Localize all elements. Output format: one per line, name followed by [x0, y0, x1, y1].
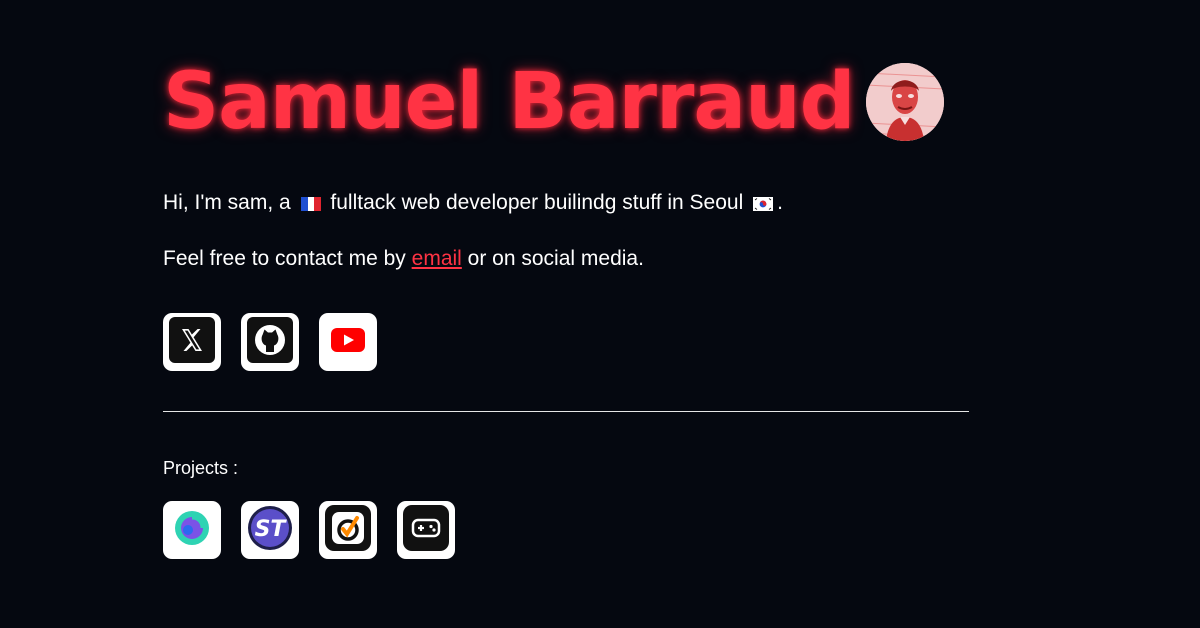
- svg-text:ST: ST: [255, 517, 288, 542]
- email-link[interactable]: email: [412, 247, 462, 270]
- github-icon: [247, 316, 293, 368]
- github-link-button[interactable]: [241, 313, 299, 371]
- project-link-1[interactable]: [163, 501, 221, 559]
- avatar: [866, 63, 945, 141]
- project-link-2[interactable]: ST: [241, 501, 299, 559]
- intro-text-start: Hi, I'm sam, a: [163, 191, 291, 214]
- gamepad-icon: [403, 504, 449, 556]
- youtube-link-button[interactable]: [319, 313, 377, 371]
- contact-text: Feel free to contact me by email or on s…: [163, 245, 969, 273]
- intro-text-end: .: [777, 191, 783, 214]
- checkmark-logo-icon: [325, 504, 371, 556]
- page-content: Samuel Barraud Hi, I'm sam, a fulltack w…: [163, 60, 969, 559]
- social-links: [163, 313, 969, 371]
- intro-text-middle: fulltack web developer builindg stuff in…: [330, 191, 744, 214]
- france-flag-icon: [300, 191, 321, 219]
- header: Samuel Barraud: [163, 60, 969, 144]
- contact-text-end: or on social media.: [467, 247, 644, 270]
- south-korea-flag-icon: [753, 191, 774, 219]
- projects-list: ST: [163, 501, 969, 559]
- page-title: Samuel Barraud: [163, 57, 855, 147]
- divider: [163, 411, 969, 412]
- x-icon: [169, 316, 215, 368]
- projects-heading: Projects :: [163, 458, 239, 478]
- project-link-3[interactable]: [319, 501, 377, 559]
- youtube-icon: [331, 327, 365, 357]
- intro-text: Hi, I'm sam, a fulltack web developer bu…: [163, 189, 969, 219]
- project-link-4[interactable]: [397, 501, 455, 559]
- x-link-button[interactable]: [163, 313, 221, 371]
- project-logo-icon: [173, 509, 211, 552]
- st-logo-icon: ST: [247, 505, 293, 556]
- contact-text-start: Feel free to contact me by: [163, 247, 406, 270]
